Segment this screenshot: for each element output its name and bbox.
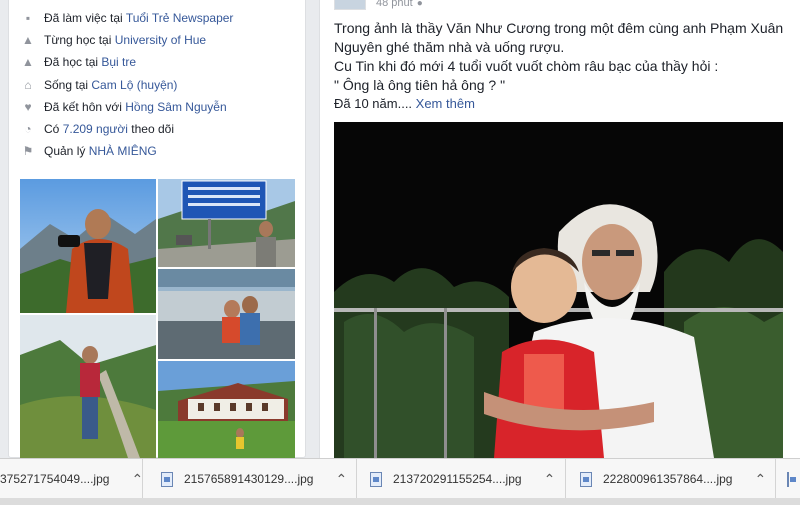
download-filename: 222800961357864....jpg [603, 472, 733, 486]
intro-prefix: Đã kết hôn với [44, 99, 126, 114]
intro-card: ▪ Đã làm việc tại Tuổi Trẻ Newspaper ▲ T… [8, 0, 306, 458]
intro-link-school[interactable]: Bụi tre [101, 55, 136, 69]
home-icon: ⌂ [24, 77, 32, 92]
intro-item-school: ▲ Đã học tại Bụi tre [21, 51, 305, 73]
briefcase-icon: ▪ [25, 11, 31, 26]
post-more-prefix: Đã 10 năm.... [334, 96, 416, 111]
intro-prefix: Đã làm việc tại [44, 11, 126, 26]
post-line: " Ông là ông tiên hả ông ? " [334, 77, 506, 93]
intro-item-manages: ⚑ Quản lý NHÀ MIÊNG [21, 140, 305, 162]
intro-prefix: Từng học tại [44, 33, 115, 48]
intro-item-work: ▪ Đã làm việc tại Tuổi Trẻ Newspaper [21, 7, 305, 29]
intro-prefix: Quản lý [44, 144, 89, 159]
intro-item-followers: ◔ Có 7.209 người theo dõi [21, 118, 305, 140]
download-item[interactable]: 213720291155254....jpg ⌃ [370, 459, 566, 499]
post-line: Cu Tin khi đó mới 4 tuổi vuốt vuốt chòm … [334, 58, 719, 74]
post-card: 48 phút ● Trong ảnh là thầy Văn Như Cươn… [319, 0, 800, 458]
intro-item-married: ♥ Đã kết hôn với Hồng Sâm Nguyễn [21, 96, 305, 118]
avatar[interactable] [334, 0, 366, 10]
intro-suffix: theo dõi [127, 122, 175, 137]
status-strip [0, 498, 800, 505]
flag-icon: ⚑ [22, 144, 34, 159]
photo-thumbnail[interactable] [158, 361, 295, 458]
rss-icon: ◔ [24, 122, 32, 137]
download-filename: 213720291155254....jpg [393, 472, 522, 486]
image-file-icon [787, 471, 796, 487]
intro-link-followers[interactable]: 7.209 người [63, 122, 128, 136]
photo-thumbnail[interactable] [20, 315, 156, 458]
post-text: Trong ảnh là thầy Văn Như Cương trong mộ… [334, 19, 789, 95]
photo-thumbnail[interactable] [158, 269, 295, 359]
intro-item-university: ▲ Từng học tại University of Hue [21, 29, 305, 51]
post-line: Trong ảnh là thầy Văn Như Cương trong mộ… [334, 20, 784, 36]
intro-link-spouse[interactable]: Hồng Sâm Nguyễn [125, 100, 226, 114]
post-photo[interactable] [334, 122, 783, 458]
download-filename: 375271754049....jpg [0, 472, 110, 486]
intro-link-lives[interactable]: Cam Lộ (huyện) [91, 78, 177, 92]
intro-prefix: Đã học tại [44, 55, 102, 70]
chevron-up-icon[interactable]: ⌃ [335, 471, 347, 488]
intro-link-university[interactable]: University of Hue [115, 33, 206, 47]
post-timestamp[interactable]: 48 phút [376, 0, 413, 9]
see-more-link[interactable]: Xem thêm [416, 96, 475, 111]
intro-link-page[interactable]: NHÀ MIÊNG [89, 144, 157, 158]
download-item[interactable]: 215765891430129....jpg ⌃ [161, 459, 357, 499]
download-item-partial[interactable] [787, 459, 800, 499]
photo-grid [20, 179, 296, 458]
graduation-cap-icon: ▲ [22, 55, 34, 70]
image-file-icon [370, 471, 382, 487]
image-file-icon [580, 471, 592, 487]
post-line: Nguyên ghé thăm nhà và uống rượu. [334, 39, 565, 55]
download-item[interactable]: 222800961357864....jpg ⌃ [580, 459, 776, 499]
download-item[interactable]: 375271754049....jpg ⌃ [0, 459, 143, 499]
post-header: 48 phút ● [334, 0, 423, 10]
intro-link-work[interactable]: Tuổi Trẻ Newspaper [126, 11, 234, 25]
globe-icon[interactable]: ● [417, 0, 423, 9]
download-filename: 215765891430129....jpg [184, 472, 314, 486]
intro-prefix: Có [44, 122, 63, 137]
photo-thumbnail[interactable] [20, 179, 156, 313]
intro-prefix: Sống tại [44, 77, 92, 92]
intro-list: ▪ Đã làm việc tại Tuổi Trẻ Newspaper ▲ T… [9, 0, 305, 162]
chevron-up-icon[interactable]: ⌃ [754, 471, 766, 488]
post-more: Đã 10 năm.... Xem thêm [334, 96, 475, 111]
photo-thumbnail[interactable] [158, 179, 295, 267]
image-file-icon [161, 471, 173, 487]
intro-item-lives: ⌂ Sống tại Cam Lộ (huyện) [21, 74, 305, 96]
heart-icon: ♥ [24, 99, 32, 114]
graduation-cap-icon: ▲ [22, 33, 34, 48]
chevron-up-icon[interactable]: ⌃ [544, 471, 556, 488]
chevron-up-icon[interactable]: ⌃ [131, 471, 143, 488]
